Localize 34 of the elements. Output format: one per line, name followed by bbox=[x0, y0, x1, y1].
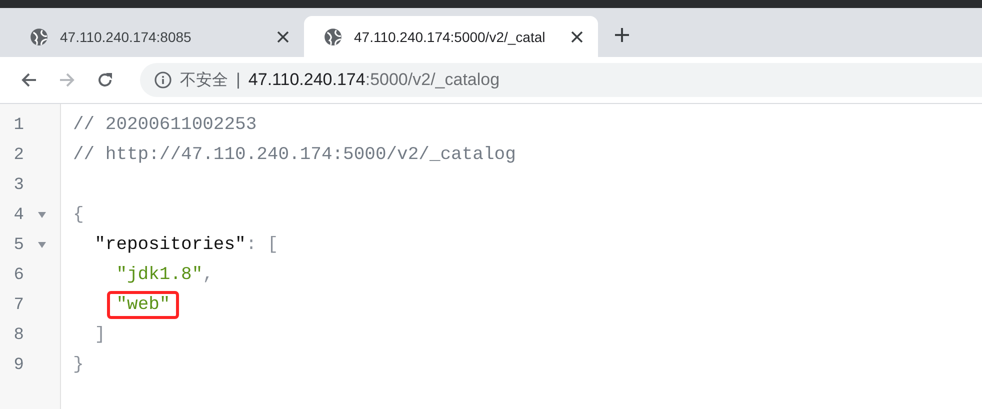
browser-tab[interactable]: 47.110.240.174:5000/v2/_catal bbox=[304, 16, 598, 57]
line-number: 9 bbox=[12, 356, 25, 374]
fold-arrow-icon[interactable] bbox=[38, 242, 46, 248]
globe-icon bbox=[30, 28, 48, 46]
json-key: "repositories" bbox=[73, 235, 246, 255]
line-number: 2 bbox=[12, 146, 25, 164]
code-comment: // http://47.110.240.174:5000/v2/_catalog bbox=[73, 145, 516, 165]
json-string: "web" bbox=[107, 291, 180, 319]
plus-icon bbox=[614, 27, 630, 43]
code-punctuation: ] bbox=[94, 325, 106, 345]
browser-tab[interactable]: 47.110.240.174:8085 bbox=[10, 16, 304, 57]
code-punctuation: { bbox=[73, 205, 84, 225]
line-number: 3 bbox=[12, 176, 25, 194]
security-label: 不安全 bbox=[180, 70, 228, 90]
line-number: 6 bbox=[12, 266, 25, 284]
code-punctuation: , bbox=[202, 265, 214, 285]
json-string: "jdk1.8" bbox=[115, 265, 203, 285]
forward-arrow-icon bbox=[58, 71, 76, 89]
fold-arrow-icon[interactable] bbox=[38, 212, 46, 218]
code-punctuation: } bbox=[73, 355, 84, 375]
line-number: 1 bbox=[12, 116, 25, 134]
code-punctuation: : [ bbox=[246, 235, 278, 255]
reload-icon bbox=[96, 71, 114, 89]
line-number: 7 bbox=[12, 296, 25, 314]
separator: | bbox=[236, 70, 240, 90]
line-number: 8 bbox=[12, 326, 25, 344]
back-arrow-icon bbox=[20, 71, 38, 89]
globe-icon bbox=[324, 28, 342, 46]
address-bar[interactable]: 不安全 | 47.110.240.174:5000/v2/_catalog bbox=[140, 63, 982, 97]
line-number: 5 bbox=[12, 236, 25, 254]
info-icon bbox=[154, 71, 172, 89]
code-comment: // 20200611002253 bbox=[73, 115, 257, 135]
line-number: 4 bbox=[12, 206, 25, 224]
url-text: 47.110.240.174:5000/v2/_catalog bbox=[248, 70, 500, 90]
